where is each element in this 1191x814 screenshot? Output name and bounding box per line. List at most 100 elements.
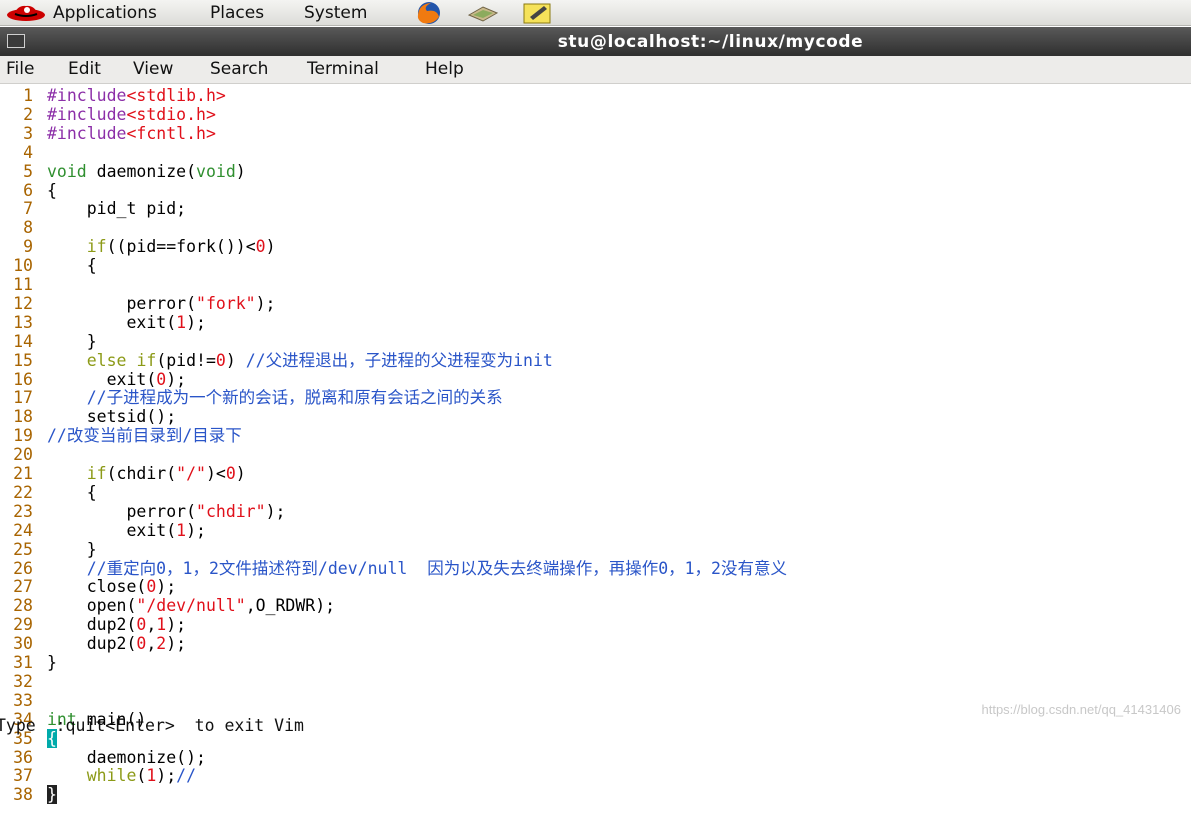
line-text: exit(1); (47, 520, 206, 540)
line-number: 19 (13, 426, 33, 446)
places-menu[interactable]: Places (210, 3, 264, 23)
line-number: 31 (13, 653, 33, 672)
code-line[interactable]: 33 (0, 691, 47, 710)
line-text: open("/dev/null",O_RDWR); (47, 596, 336, 616)
code-line[interactable]: 28 open("/dev/null",O_RDWR); (0, 596, 335, 615)
code-line[interactable]: 2 #include<stdio.h> (0, 105, 216, 124)
menu-help[interactable]: Help (425, 59, 464, 79)
watermark: https://blog.csdn.net/qq_41431406 (981, 702, 1182, 717)
window-titlebar[interactable]: stu@localhost:~/linux/mycode (0, 27, 1191, 56)
code-line[interactable]: 37 while(1);// (0, 766, 196, 785)
code-line[interactable]: 12 perror("fork"); (0, 293, 276, 313)
code-line[interactable]: 20 (0, 445, 47, 464)
firefox-icon[interactable] (411, 1, 447, 25)
menu-file[interactable]: File (6, 59, 34, 79)
line-number: 32 (13, 671, 33, 691)
code-line[interactable]: 24 exit(1); (0, 521, 206, 540)
line-text: void daemonize(void) (47, 161, 246, 181)
line-text: perror("fork"); (47, 293, 276, 313)
line-text: if(chdir("/")<0) (86, 464, 246, 483)
code-line[interactable]: 23 perror("chdir"); (0, 502, 285, 521)
line-number: 24 (13, 520, 33, 540)
line-number: 22 (13, 482, 33, 502)
redhat-logo-icon[interactable] (6, 3, 46, 23)
line-number: 5 (23, 161, 33, 181)
line-number: 6 (23, 180, 33, 200)
code-line[interactable]: 13 exit(1); (0, 313, 206, 332)
line-number: 1 (23, 86, 33, 105)
line-text: #include<fcntl.h> (47, 123, 216, 143)
line-number: 27 (13, 577, 33, 597)
line-text: close(0); (47, 577, 177, 597)
code-line[interactable]: 22 { (0, 483, 97, 502)
line-text: dup2(0,1); (47, 615, 187, 635)
line-number: 8 (23, 218, 33, 238)
menu-search[interactable]: Search (210, 59, 268, 79)
line-number: 16 (13, 369, 33, 389)
line-text: } (47, 653, 57, 672)
code-line[interactable]: 6{ (0, 181, 57, 200)
window-title: stu@localhost:~/linux/mycode (557, 32, 864, 52)
line-text: #include<stdio.h> (47, 104, 216, 124)
line-number: 37 (13, 766, 33, 786)
line-text: if((pid==fork())<0) (86, 237, 276, 257)
line-number: 14 (13, 331, 33, 351)
vim-status-line: Type :quit<Enter> to exit Vim (0, 716, 304, 735)
code-line[interactable]: 30 dup2(0,2); (0, 634, 186, 653)
code-line[interactable]: 3 #include<fcntl.h> (0, 124, 216, 143)
line-text: //子进程成为一个新的会话，脱离和原有会话之间的关系 (86, 388, 503, 408)
code-line[interactable]: 27 close(0); (0, 577, 176, 596)
line-number: 11 (13, 275, 33, 294)
system-menu[interactable]: System (304, 3, 367, 23)
code-line[interactable]: 5 void daemonize(void) (0, 162, 246, 181)
code-line[interactable]: 18 setsid(); (0, 407, 176, 426)
code-line[interactable]: 16 exit(0); (0, 370, 186, 389)
code-line[interactable]: 14 } (0, 332, 97, 351)
line-number: 28 (13, 596, 33, 616)
line-text: daemonize(); (47, 747, 206, 767)
line-number: 3 (23, 123, 33, 143)
line-text: } (47, 539, 97, 559)
code-line[interactable]: 36 daemonize(); (0, 748, 206, 767)
line-number: 29 (13, 615, 33, 635)
code-line[interactable]: 26 //重定向0，1，2文件描述符到/dev/null 因为以及失去终端操作，… (0, 559, 787, 578)
line-number: 18 (13, 407, 33, 427)
line-number: 26 (13, 558, 33, 578)
network-icon[interactable] (465, 1, 501, 25)
code-line[interactable]: 25 } (0, 540, 97, 559)
line-text: exit(1); (47, 312, 206, 332)
line-number: 36 (13, 747, 33, 767)
line-text: pid_t pid; (47, 199, 187, 219)
code-line[interactable]: 9 if((pid==fork())<0) (0, 237, 276, 257)
line-number: 15 (13, 350, 33, 370)
line-text: else if(pid!=0) //父进程退出，子进程的父进程变为init (86, 350, 553, 370)
notes-icon[interactable] (520, 1, 556, 25)
code-line[interactable]: 17 //子进程成为一个新的会话，脱离和原有会话之间的关系 (0, 388, 503, 407)
code-line[interactable]: 29 dup2(0,1); (0, 615, 186, 634)
code-line[interactable]: 38} (0, 785, 57, 805)
code-line[interactable]: 8 (0, 218, 47, 237)
code-line[interactable]: 4 (0, 143, 47, 162)
code-line[interactable]: 10 { (0, 256, 97, 275)
line-number: 38 (13, 785, 33, 805)
code-line[interactable]: 11 (0, 275, 47, 294)
code-line[interactable]: 21 if(chdir("/")<0) (0, 464, 246, 483)
code-line[interactable]: 19 //改变当前目录到/目录下 (0, 426, 242, 445)
top-panel: Applications Places System (0, 0, 1191, 26)
line-number: 30 (13, 634, 33, 654)
code-line[interactable]: 31} (0, 653, 57, 672)
menu-edit[interactable]: Edit (68, 59, 101, 79)
code-line[interactable]: 7 pid_t pid; (0, 199, 186, 218)
code-line[interactable]: 1 #include<stdlib.h> (0, 86, 226, 105)
line-number: 13 (13, 312, 33, 332)
code-line[interactable]: 32 (0, 672, 47, 691)
line-text: dup2(0,2); (47, 634, 187, 654)
applications-menu[interactable]: Applications (53, 3, 157, 23)
line-number: 2 (23, 104, 33, 124)
menu-view[interactable]: View (133, 59, 173, 79)
line-text: setsid(); (47, 407, 177, 427)
code-line[interactable]: 15 else if(pid!=0) //父进程退出，子进程的父进程变为init (0, 351, 553, 370)
line-number: 17 (13, 388, 33, 408)
line-number: 33 (13, 690, 33, 710)
menu-terminal[interactable]: Terminal (307, 59, 379, 79)
